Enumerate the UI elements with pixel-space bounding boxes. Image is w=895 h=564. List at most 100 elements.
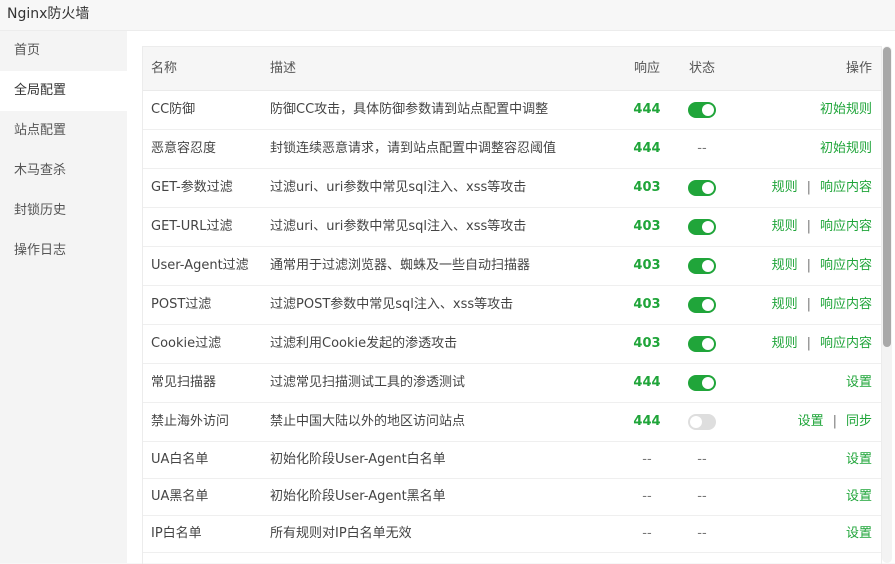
table-header: 名称 描述 响应 状态 操作 bbox=[143, 47, 881, 91]
ops-link[interactable]: 设置 bbox=[846, 526, 872, 541]
rule-name: Cookie过滤 bbox=[151, 336, 222, 351]
rule-name: GET-参数过滤 bbox=[151, 180, 233, 195]
ops-link[interactable]: 响应内容 bbox=[820, 336, 872, 351]
ops-link[interactable]: 规则 bbox=[772, 180, 798, 195]
toggle-knob bbox=[702, 338, 714, 350]
rule-name: POST过滤 bbox=[151, 297, 212, 312]
rule-ops: 规则 | 响应内容 bbox=[772, 208, 872, 246]
rule-response: 444 bbox=[633, 375, 661, 390]
rule-response: 403 bbox=[633, 219, 661, 234]
ops-link[interactable]: 设置 bbox=[846, 489, 872, 504]
rule-name: 恶意容忍度 bbox=[151, 141, 217, 156]
title-bar: Nginx防火墙 bbox=[0, 0, 895, 31]
ops-link[interactable]: 响应内容 bbox=[820, 219, 872, 234]
ops-separator: | bbox=[832, 414, 837, 429]
ops-link[interactable]: 响应内容 bbox=[820, 258, 872, 273]
ops-link[interactable]: 规则 bbox=[772, 297, 798, 312]
rule-status: -- bbox=[697, 526, 707, 541]
rule-desc: 过滤uri、uri参数中常见sql注入、xss等攻击 bbox=[270, 219, 527, 234]
ops-link[interactable]: 响应内容 bbox=[820, 297, 872, 312]
rule-response: 403 bbox=[633, 258, 661, 273]
table-row: GET-URL过滤 过滤uri、uri参数中常见sql注入、xss等攻击 403 规则… bbox=[143, 208, 881, 247]
rule-name: UA黑名单 bbox=[151, 489, 209, 504]
rule-ops: 设置 bbox=[846, 442, 872, 478]
status-toggle[interactable] bbox=[688, 414, 716, 430]
scrollbar-thumb[interactable] bbox=[883, 47, 891, 347]
status-toggle[interactable] bbox=[688, 297, 716, 313]
toggle-knob bbox=[702, 377, 714, 389]
toggle-knob bbox=[702, 104, 714, 116]
rule-name: UA白名单 bbox=[151, 452, 209, 467]
table-row: UA黑名单 初始化阶段User-Agent黑名单 -- -- 设置 bbox=[143, 479, 881, 516]
rules-table: 名称 描述 响应 状态 操作 CC防御 防御CC攻击，具体防御参数请到站点配置中调… bbox=[142, 46, 882, 564]
rule-response: -- bbox=[642, 452, 652, 467]
ops-link[interactable]: 设置 bbox=[846, 375, 872, 390]
rule-ops: 设置 bbox=[846, 364, 872, 402]
table-row: UA白名单 初始化阶段User-Agent白名单 -- -- 设置 bbox=[143, 442, 881, 479]
ops-link[interactable]: 规则 bbox=[772, 258, 798, 273]
table-row: Cookie过滤 过滤利用Cookie发起的渗透攻击 403 规则 | 响应内容 bbox=[143, 325, 881, 364]
ops-separator: | bbox=[806, 258, 811, 273]
rule-name: 常见扫描器 bbox=[151, 375, 217, 390]
ops-separator: | bbox=[806, 219, 811, 234]
rule-status: -- bbox=[697, 489, 707, 504]
window-title: Nginx防火墙 bbox=[7, 6, 90, 22]
sidebar-item[interactable]: 首页 bbox=[0, 31, 127, 71]
ops-separator: | bbox=[806, 180, 811, 195]
rule-response: 403 bbox=[633, 297, 661, 312]
rule-response: -- bbox=[642, 526, 652, 541]
sidebar-item[interactable]: 木马查杀 bbox=[0, 151, 127, 191]
rule-ops: 设置 | 同步 bbox=[798, 403, 872, 441]
ops-link[interactable]: 响应内容 bbox=[820, 180, 872, 195]
status-toggle[interactable] bbox=[688, 219, 716, 235]
header-desc: 描述 bbox=[270, 61, 297, 76]
rule-name: CC防御 bbox=[151, 102, 196, 117]
header-ops: 操作 bbox=[845, 61, 872, 76]
rule-ops: 初始规则 bbox=[820, 91, 872, 129]
rule-response: -- bbox=[642, 489, 652, 504]
ops-separator: | bbox=[806, 336, 811, 351]
rule-response: 444 bbox=[633, 414, 661, 429]
sidebar-item[interactable]: 操作日志 bbox=[0, 231, 127, 271]
sidebar-item[interactable]: 封锁历史 bbox=[0, 191, 127, 231]
ops-link[interactable]: 设置 bbox=[846, 452, 872, 467]
table-row: GET-参数过滤 过滤uri、uri参数中常见sql注入、xss等攻击 403 规则 |… bbox=[143, 169, 881, 208]
rule-ops: 规则 | 响应内容 bbox=[772, 286, 872, 324]
ops-link[interactable]: 设置 bbox=[798, 414, 824, 429]
status-toggle[interactable] bbox=[688, 336, 716, 352]
rule-desc: 过滤常见扫描测试工具的渗透测试 bbox=[270, 375, 466, 390]
vertical-scrollbar[interactable] bbox=[882, 46, 892, 563]
rule-name: GET-URL过滤 bbox=[151, 219, 233, 234]
rule-response: 444 bbox=[633, 102, 661, 117]
rule-response: 403 bbox=[633, 180, 661, 195]
status-toggle[interactable] bbox=[688, 180, 716, 196]
rule-desc: 禁止中国大陆以外的地区访问站点 bbox=[270, 414, 466, 429]
rule-ops: 初始规则 bbox=[820, 130, 872, 168]
sidebar: 首页 全局配置 站点配置 木马查杀 封锁历史 操作日志 bbox=[0, 31, 127, 563]
rule-status: -- bbox=[697, 141, 707, 156]
header-name: 名称 bbox=[151, 61, 178, 76]
status-toggle[interactable] bbox=[688, 375, 716, 391]
rule-desc: 过滤利用Cookie发起的渗透攻击 bbox=[270, 336, 458, 351]
status-toggle[interactable] bbox=[688, 258, 716, 274]
sidebar-item[interactable]: 全局配置 bbox=[0, 71, 127, 111]
toggle-knob bbox=[702, 182, 714, 194]
rule-desc: 防御CC攻击，具体防御参数请到站点配置中调整 bbox=[270, 102, 549, 117]
toggle-knob bbox=[690, 416, 702, 428]
status-toggle[interactable] bbox=[688, 102, 716, 118]
rule-name: User-Agent过滤 bbox=[151, 258, 249, 273]
toggle-knob bbox=[702, 260, 714, 272]
rule-name: IP白名单 bbox=[151, 526, 202, 541]
ops-link[interactable]: 规则 bbox=[772, 219, 798, 234]
ops-link[interactable]: 初始规则 bbox=[820, 141, 872, 156]
table-row: 常见扫描器 过滤常见扫描测试工具的渗透测试 444 设置 bbox=[143, 364, 881, 403]
ops-link[interactable]: 初始规则 bbox=[820, 102, 872, 117]
rule-desc: 所有规则对IP白名单无效 bbox=[270, 526, 412, 541]
rule-status: -- bbox=[697, 452, 707, 467]
ops-link[interactable]: 同步 bbox=[846, 414, 872, 429]
table-row: 禁止海外访问 禁止中国大陆以外的地区访问站点 444 设置 | 同步 bbox=[143, 403, 881, 442]
table-row: POST过滤 过滤POST参数中常见sql注入、xss等攻击 403 规则 | 响应内容 bbox=[143, 286, 881, 325]
header-status: 状态 bbox=[688, 61, 715, 76]
sidebar-item[interactable]: 站点配置 bbox=[0, 111, 127, 151]
ops-link[interactable]: 规则 bbox=[772, 336, 798, 351]
